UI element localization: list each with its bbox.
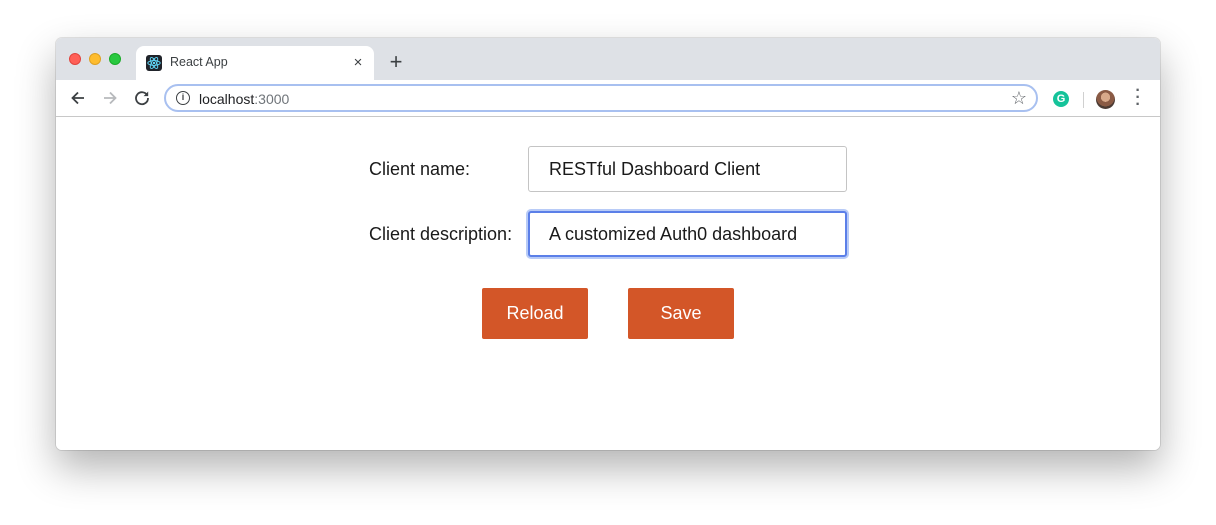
toolbar-divider [1083, 92, 1084, 108]
close-window-button[interactable] [69, 53, 81, 65]
tab-title: React App [170, 55, 228, 69]
address-bar[interactable]: i localhost:3000 ☆ [164, 84, 1038, 112]
new-tab-button[interactable]: + [385, 51, 407, 74]
browser-window: React App × + i localhost:3000 ☆ G · · · C… [56, 38, 1160, 450]
grammarly-extension-icon[interactable]: G [1053, 91, 1069, 107]
info-icon[interactable]: i [176, 91, 190, 105]
profile-avatar[interactable] [1096, 90, 1115, 109]
save-button[interactable]: Save [628, 288, 734, 339]
reload-button[interactable]: Reload [482, 288, 588, 339]
url-text: localhost:3000 [199, 91, 289, 107]
url-host: localhost [199, 91, 255, 107]
reload-icon[interactable] [132, 88, 152, 108]
client-name-label: Client name: [369, 159, 471, 179]
url-port: :3000 [254, 91, 290, 107]
star-icon[interactable]: ☆ [1011, 88, 1027, 108]
kebab-menu-icon[interactable]: · · · [1132, 83, 1144, 113]
close-tab-icon[interactable]: × [350, 55, 366, 71]
zoom-window-button[interactable] [109, 53, 121, 65]
arrow-left-icon[interactable] [68, 88, 88, 108]
minimize-window-button[interactable] [89, 53, 101, 65]
page-content: Client name: Client description: Reload … [56, 117, 1160, 450]
client-description-label: Client description: [369, 224, 513, 244]
client-name-input[interactable] [528, 146, 847, 192]
arrow-right-icon[interactable] [100, 88, 120, 108]
react-logo-icon [146, 55, 162, 71]
browser-toolbar: i localhost:3000 ☆ G · · · [56, 80, 1160, 117]
tab-strip: React App × + [56, 38, 1160, 80]
tab-react-app[interactable]: React App × [136, 46, 374, 80]
client-description-input[interactable] [528, 211, 847, 257]
